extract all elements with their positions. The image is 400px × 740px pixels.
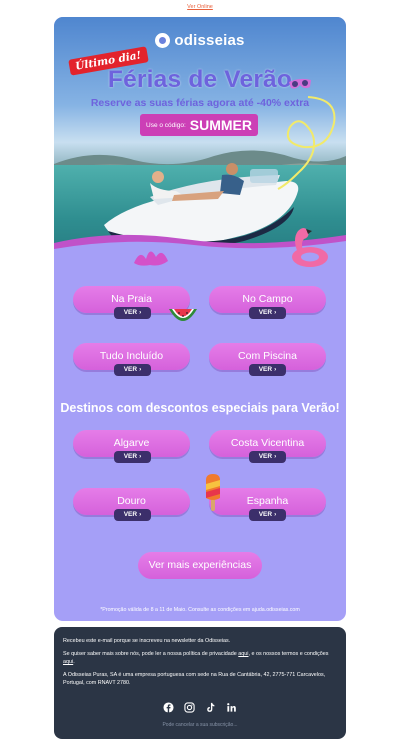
flamingo-float-icon [292, 228, 328, 267]
ver-button-tudo-incluido[interactable]: VER › [114, 364, 151, 376]
promo-conditions-note: *Promoção válida de 8 a 11 de Maio. Cons… [100, 607, 300, 613]
ver-button-costa-vicentina[interactable]: VER › [249, 451, 286, 463]
chevron-right-icon: › [274, 453, 277, 460]
promo-code-box: Use o código: SUMMER [140, 114, 258, 136]
footer-policy-end: . [73, 659, 75, 665]
social-links [54, 702, 346, 713]
chevron-right-icon: › [274, 366, 277, 373]
instagram-icon[interactable] [184, 702, 195, 713]
ver-label: VER [258, 511, 273, 518]
ver-label: VER [258, 366, 273, 373]
ver-label: VER [123, 453, 138, 460]
squiggle-decoration [277, 96, 336, 190]
tiktok-icon[interactable] [205, 702, 216, 713]
ver-label: VER [123, 366, 138, 373]
ver-button-no-campo[interactable]: VER › [249, 307, 286, 319]
ver-button-douro[interactable]: VER › [114, 509, 151, 521]
footer-subscription-note: Recebeu este e-mail porque se inscreveu … [63, 638, 231, 644]
popsicle-icon [206, 474, 220, 511]
ver-button-espanha[interactable]: VER › [249, 509, 286, 521]
ver-label: VER [123, 511, 138, 518]
footer-company-info: A Odisseias Puras, SA é uma empresa port… [63, 672, 326, 686]
ver-label: VER [123, 309, 138, 316]
ver-button-com-piscina[interactable]: VER › [249, 364, 286, 376]
hero-banner[interactable]: odisseias Último dia! Férias de Verão Re… [54, 17, 346, 249]
splash-decoration [134, 251, 168, 266]
terms-link[interactable]: aqui [63, 659, 73, 665]
unsubscribe-link[interactable]: Pode cancelar a sua subscrição... [54, 722, 346, 728]
linkedin-icon[interactable] [226, 702, 237, 713]
brand-logo: odisseias [54, 32, 346, 49]
watermelon-icon [169, 309, 197, 321]
chevron-right-icon: › [139, 453, 142, 460]
privacy-policy-link[interactable]: aqui [238, 651, 248, 657]
chevron-right-icon: › [274, 309, 277, 316]
promo-code-label: Use o código: [146, 121, 186, 129]
chevron-right-icon: › [139, 309, 142, 316]
chevron-right-icon: › [139, 366, 142, 373]
ver-button-algarve[interactable]: VER › [114, 451, 151, 463]
ver-label: VER [258, 309, 273, 316]
view-online-link[interactable]: Ver Online [0, 4, 400, 10]
footer: Recebeu este e-mail porque se inscreveu … [54, 627, 346, 739]
logo-icon [155, 33, 171, 48]
brand-name: odisseias [174, 32, 245, 49]
footer-policy-mid: , e os nossos termos e condições [248, 651, 329, 657]
ver-button-na-praia[interactable]: VER › [114, 307, 151, 319]
ver-label: VER [258, 453, 273, 460]
destinations-title: Destinos com descontos especiais para Ve… [60, 401, 340, 415]
footer-policy-text: Se quiser saber mais sobre nós, pode ler… [63, 650, 337, 666]
promo-code-value: SUMMER [189, 117, 252, 133]
sunglasses-icon [289, 78, 311, 89]
newsletter-card: odisseias Último dia! Férias de Verão Re… [54, 17, 346, 621]
footer-policy-pre: Se quiser saber mais sobre nós, pode ler… [63, 651, 239, 657]
chevron-right-icon: › [274, 511, 277, 518]
more-experiences-button[interactable]: Ver mais experiências [138, 552, 262, 579]
chevron-right-icon: › [139, 511, 142, 518]
facebook-icon[interactable] [163, 702, 174, 713]
